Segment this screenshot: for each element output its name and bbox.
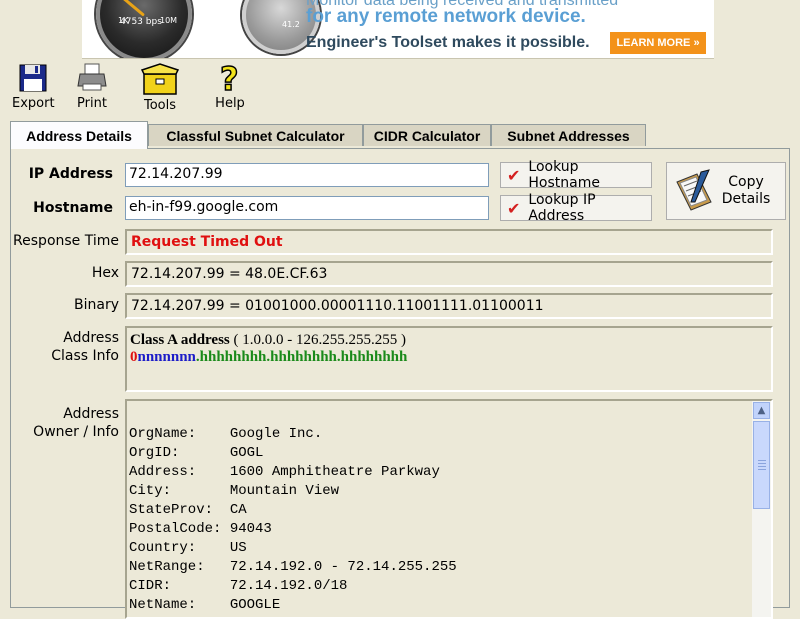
class-title: Class A address (130, 332, 230, 348)
address-class-info-label: Address Class Info (51, 330, 119, 364)
copy-details-button[interactable]: Copy Details (666, 162, 786, 220)
address-owner-info[interactable]: OrgName: Google Inc. OrgID: GOGL Address… (125, 399, 773, 619)
address-class-info: Class A address ( 1.0.0.0 - 126.255.255.… (125, 326, 773, 392)
grip-line (758, 466, 766, 467)
tab-strip: Address Details Classful Subnet Calculat… (10, 121, 790, 149)
binary-value: 72.14.207.99 = 01001000.00001110.1100111… (125, 293, 773, 319)
grip-line (758, 463, 766, 464)
checkmark-icon: ✔ (507, 165, 521, 185)
address-details-panel: IP Address 72.14.207.99 Hostname eh-in-f… (10, 148, 790, 619)
svg-text:?: ? (220, 62, 239, 94)
print-label: Print (77, 96, 107, 111)
lookup-ip-address-button[interactable]: ✔ Lookup IP Address (500, 192, 652, 224)
owner-info-text: OrgName: Google Inc. OrgID: GOGL Address… (129, 426, 457, 613)
class-range: ( 1.0.0.0 - 126.255.255.255 ) (229, 332, 407, 348)
clipboard-pen-icon (676, 169, 712, 211)
gauge-tick: 41.2 (282, 20, 300, 29)
question-mark-icon: ? (219, 62, 239, 94)
tools-label: Tools (143, 98, 177, 113)
gauge-tick: 10M (160, 16, 178, 25)
banner: 1K 10M 4753 bps 41.2 Monitor data being … (0, 0, 800, 59)
lookup-hostname-button[interactable]: ✔ Lookup Hostname (500, 159, 652, 191)
learn-more-button[interactable]: LEARN MORE » (610, 32, 706, 54)
toolbox-icon (140, 63, 180, 95)
hex-value: 72.14.207.99 = 48.0E.CF.63 (125, 261, 773, 287)
toolbar: Export Print Tools ? Help (0, 60, 800, 116)
tab-cidr-calculator[interactable]: CIDR Calculator (363, 124, 491, 146)
lookup-hostname-label: Lookup Hostname (528, 159, 600, 191)
export-button[interactable]: Export (12, 62, 55, 114)
advertisement[interactable]: 1K 10M 4753 bps 41.2 Monitor data being … (82, 0, 714, 59)
hostname-label: Hostname (33, 200, 113, 216)
class-bit: 0 (130, 349, 138, 365)
ad-tagline: Engineer's Toolset makes it possible. (306, 34, 590, 51)
hex-label: Hex (91, 265, 119, 281)
ip-address-input[interactable]: 72.14.207.99 (125, 163, 489, 187)
ip-address-label: IP Address (28, 166, 113, 182)
class-network-bits: nnnnnnn (137, 349, 196, 365)
speed-gauge-icon: 1K 10M 4753 bps (96, 0, 192, 58)
tools-button[interactable]: Tools (140, 62, 180, 114)
print-button[interactable]: Print (76, 62, 108, 114)
scroll-up-arrow-icon[interactable]: ▲ (753, 402, 770, 419)
binary-label: Binary (74, 297, 119, 313)
help-label: Help (215, 96, 245, 111)
grip-line (758, 460, 766, 461)
scroll-thumb[interactable] (753, 421, 770, 509)
printer-icon (77, 63, 107, 91)
response-time-label: Response Time (13, 233, 119, 249)
grip-line (758, 469, 766, 470)
ad-headline: for any remote network device. (306, 6, 586, 27)
tab-subnet-addresses[interactable]: Subnet Addresses (491, 124, 646, 146)
help-button[interactable]: ? Help (214, 62, 246, 114)
hostname-input[interactable]: eh-in-f99.google.com (125, 196, 489, 220)
export-label: Export (12, 96, 55, 111)
floppy-disk-icon (19, 64, 47, 92)
copy-details-label: Copy Details (721, 174, 771, 207)
tab-address-details[interactable]: Address Details (10, 121, 148, 149)
tab-classful-subnet-calculator[interactable]: Classful Subnet Calculator (148, 124, 363, 146)
response-time-value: Request Timed Out (125, 229, 773, 255)
vertical-scrollbar[interactable]: ▲ (752, 401, 771, 617)
gauge-value: 4753 bps (120, 17, 162, 27)
class-host-bits: .hhhhhhhh.hhhhhhhh.hhhhhhhh (195, 349, 408, 365)
checkmark-icon: ✔ (507, 198, 521, 218)
gauge-needle (110, 0, 145, 17)
lookup-ip-label: Lookup IP Address (528, 192, 596, 224)
address-owner-info-label: Address Owner / Info (33, 406, 119, 440)
